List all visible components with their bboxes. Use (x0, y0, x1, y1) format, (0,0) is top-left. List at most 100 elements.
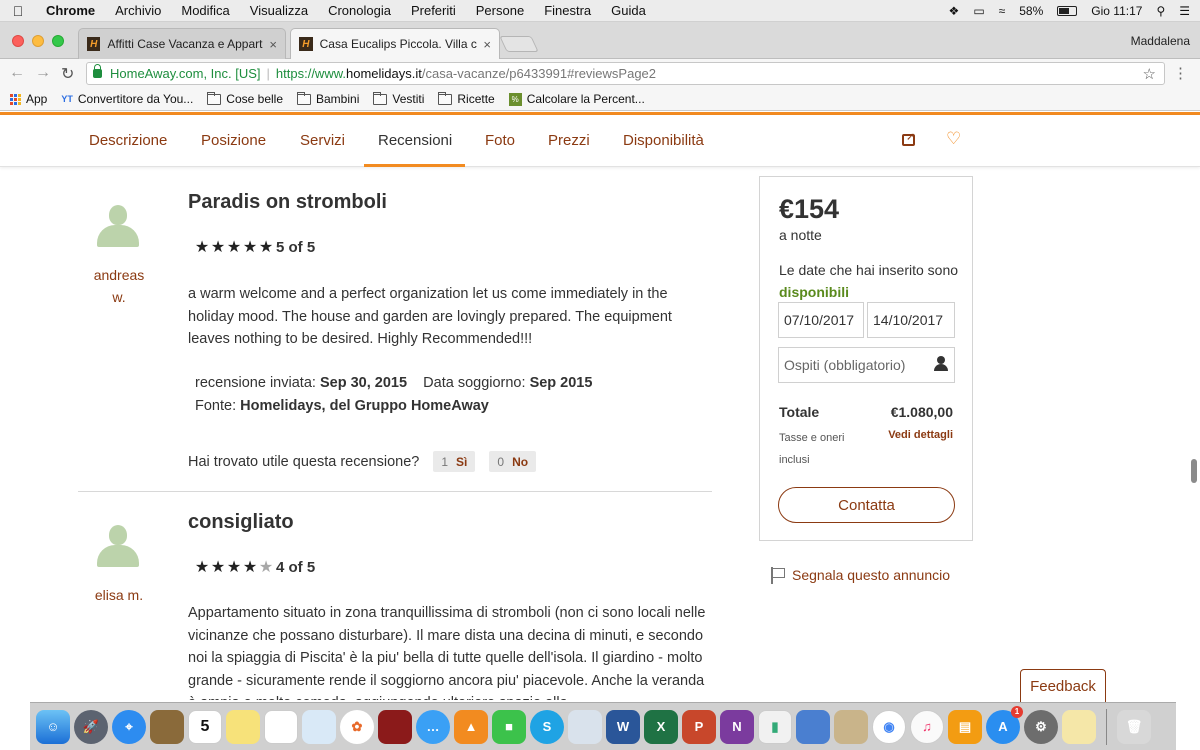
skype-icon[interactable]: S (530, 709, 564, 744)
reviewer-name[interactable]: elisa m. (78, 584, 160, 606)
numbers-icon[interactable]: ▮ (758, 709, 792, 744)
feedback-button[interactable]: Feedback (1020, 669, 1106, 703)
nav-posizione[interactable]: Posizione (201, 132, 266, 149)
menu-finestra[interactable]: Finestra (534, 3, 601, 18)
rating-label: 4 of 5 (276, 558, 316, 576)
new-tab-button[interactable] (499, 36, 539, 52)
contacts-icon[interactable] (150, 709, 184, 744)
calendar-icon[interactable]: 5 (188, 709, 222, 744)
nav-recensioni[interactable]: Recensioni (378, 132, 452, 149)
bookmark-calcolare[interactable]: % Calcolare la Percent... (508, 92, 645, 106)
close-tab-icon[interactable]: × (269, 37, 277, 52)
launchpad-icon[interactable]: 🚀 (74, 709, 108, 744)
ibooks-icon[interactable]: ▤ (948, 709, 982, 744)
share-icon[interactable] (902, 130, 915, 146)
notification-center-icon[interactable]: ☰ (1179, 4, 1190, 18)
bookmark-folder-bambini[interactable]: Bambini (297, 91, 359, 106)
app-store-badge: 1 (1011, 705, 1023, 718)
trash-icon[interactable]: 🗑 (1117, 709, 1151, 744)
battery-percent: 58% (1019, 4, 1044, 18)
reviewer-name[interactable]: andreas w. (78, 264, 160, 308)
vote-no-button[interactable]: 0 No (489, 451, 537, 472)
photo-booth-icon[interactable] (378, 709, 412, 744)
messages-icon[interactable]: … (416, 709, 450, 744)
menu-cronologia[interactable]: Cronologia (318, 3, 401, 18)
apple-menu-icon[interactable]:  (0, 3, 36, 19)
bookmark-convertitore[interactable]: YT Convertitore da You... (61, 92, 193, 106)
reload-icon[interactable]: ↻ (61, 64, 74, 84)
facetime-icon[interactable]: ■ (492, 709, 526, 744)
stickies-icon[interactable] (1062, 709, 1096, 744)
menu-visualizza[interactable]: Visualizza (240, 3, 318, 18)
nav-servizi[interactable]: Servizi (300, 132, 345, 149)
finder-icon[interactable]: ☺ (36, 709, 70, 744)
dock-separator (1106, 708, 1107, 745)
report-listing-link[interactable]: Segnala questo annuncio (769, 566, 950, 584)
back-arrow-icon[interactable]: ← (9, 64, 25, 82)
bookmark-label: Cose belle (226, 92, 283, 106)
bookmark-app[interactable]: App (10, 92, 47, 106)
vote-yes-button[interactable]: 1 Sì (433, 451, 476, 472)
system-preferences-icon[interactable]: ⚙ (1024, 709, 1058, 744)
dropbox-icon[interactable]: ❖ (949, 4, 960, 18)
bookmark-folder-vestiti[interactable]: Vestiti (373, 91, 424, 106)
see-details-link[interactable]: Vedi dettagli (888, 429, 953, 441)
menu-guida[interactable]: Guida (601, 3, 656, 18)
zoom-window-button[interactable] (52, 35, 64, 47)
chrome-icon[interactable]: ◉ (872, 709, 906, 744)
nav-disponibilita[interactable]: Disponibilità (623, 132, 704, 149)
review-body: a warm welcome and a perfect organizatio… (188, 286, 672, 348)
bookmark-folder-cose-belle[interactable]: Cose belle (207, 91, 283, 106)
menu-modifica[interactable]: Modifica (171, 3, 239, 18)
airplay-icon[interactable]: ▭ (973, 4, 984, 18)
per-night-label: a notte (779, 227, 822, 243)
contact-button[interactable]: Contatta (778, 487, 955, 523)
menu-preferiti[interactable]: Preferiti (401, 3, 466, 18)
close-tab-icon[interactable]: × (483, 37, 491, 52)
keynote-icon[interactable] (796, 709, 830, 744)
close-window-button[interactable] (12, 35, 24, 47)
minimize-window-button[interactable] (32, 35, 44, 47)
vlc-icon[interactable]: ▲ (454, 709, 488, 744)
star-rating: ★ ★ ★ ★ ★ 5 of 5 (194, 237, 315, 257)
forward-arrow-icon[interactable]: → (35, 64, 51, 82)
nav-prezzi[interactable]: Prezzi (548, 132, 590, 149)
battery-icon[interactable] (1057, 6, 1078, 16)
bookmark-star-icon[interactable]: ☆ (1143, 65, 1156, 83)
nav-foto[interactable]: Foto (485, 132, 515, 149)
wifi-icon[interactable]: ≈ (999, 4, 1006, 18)
checkin-date-field[interactable]: 07/10/2017 (778, 302, 864, 338)
safari-icon[interactable]: ⌖ (112, 709, 146, 744)
spotlight-icon[interactable]: ⚲ (1156, 4, 1165, 18)
clock[interactable]: Gio 11:17 (1091, 4, 1142, 18)
folder-icon (438, 91, 453, 105)
menu-archivio[interactable]: Archivio (105, 3, 171, 18)
profile-name[interactable]: Maddalena (1131, 34, 1190, 48)
textedit-icon[interactable] (568, 709, 602, 744)
chrome-menu-icon[interactable]: ⋮ (1173, 64, 1188, 82)
tab-casa-eucalips[interactable]: H Casa Eucalips Piccola. Villa con × (290, 28, 500, 59)
address-bar[interactable]: HomeAway.com, Inc. [US] | https://www. ho… (86, 62, 1165, 85)
notes-icon[interactable] (226, 709, 260, 744)
menu-persone[interactable]: Persone (466, 3, 534, 18)
bookmark-folder-ricette[interactable]: Ricette (438, 91, 495, 106)
tab-affitti[interactable]: H Affitti Case Vacanza e Appartam × (78, 28, 286, 59)
guests-field[interactable]: Ospiti (obbligatorio) (778, 347, 955, 383)
page-scrollbar[interactable] (1191, 459, 1197, 483)
heart-icon[interactable]: ♡ (946, 129, 961, 149)
powerpoint-icon[interactable]: P (682, 709, 716, 744)
imovie-icon[interactable] (834, 709, 868, 744)
nav-descrizione[interactable]: Descrizione (89, 132, 167, 149)
app-store-icon[interactable]: A1 (986, 705, 1023, 744)
preview-icon[interactable] (302, 709, 336, 744)
menu-app-name[interactable]: Chrome (36, 3, 105, 18)
checkout-date-field[interactable]: 14/10/2017 (867, 302, 955, 338)
yt-converter-icon: YT (61, 94, 73, 104)
availability-message: Le date che hai inserito sono disponibil… (779, 262, 959, 300)
itunes-icon[interactable]: ♫ (910, 709, 944, 744)
word-icon[interactable]: W (606, 709, 640, 744)
photos-icon[interactable]: ✿ (340, 709, 374, 744)
onenote-icon[interactable]: N (720, 709, 754, 744)
excel-icon[interactable]: X (644, 709, 678, 744)
reminders-icon[interactable] (264, 709, 298, 744)
